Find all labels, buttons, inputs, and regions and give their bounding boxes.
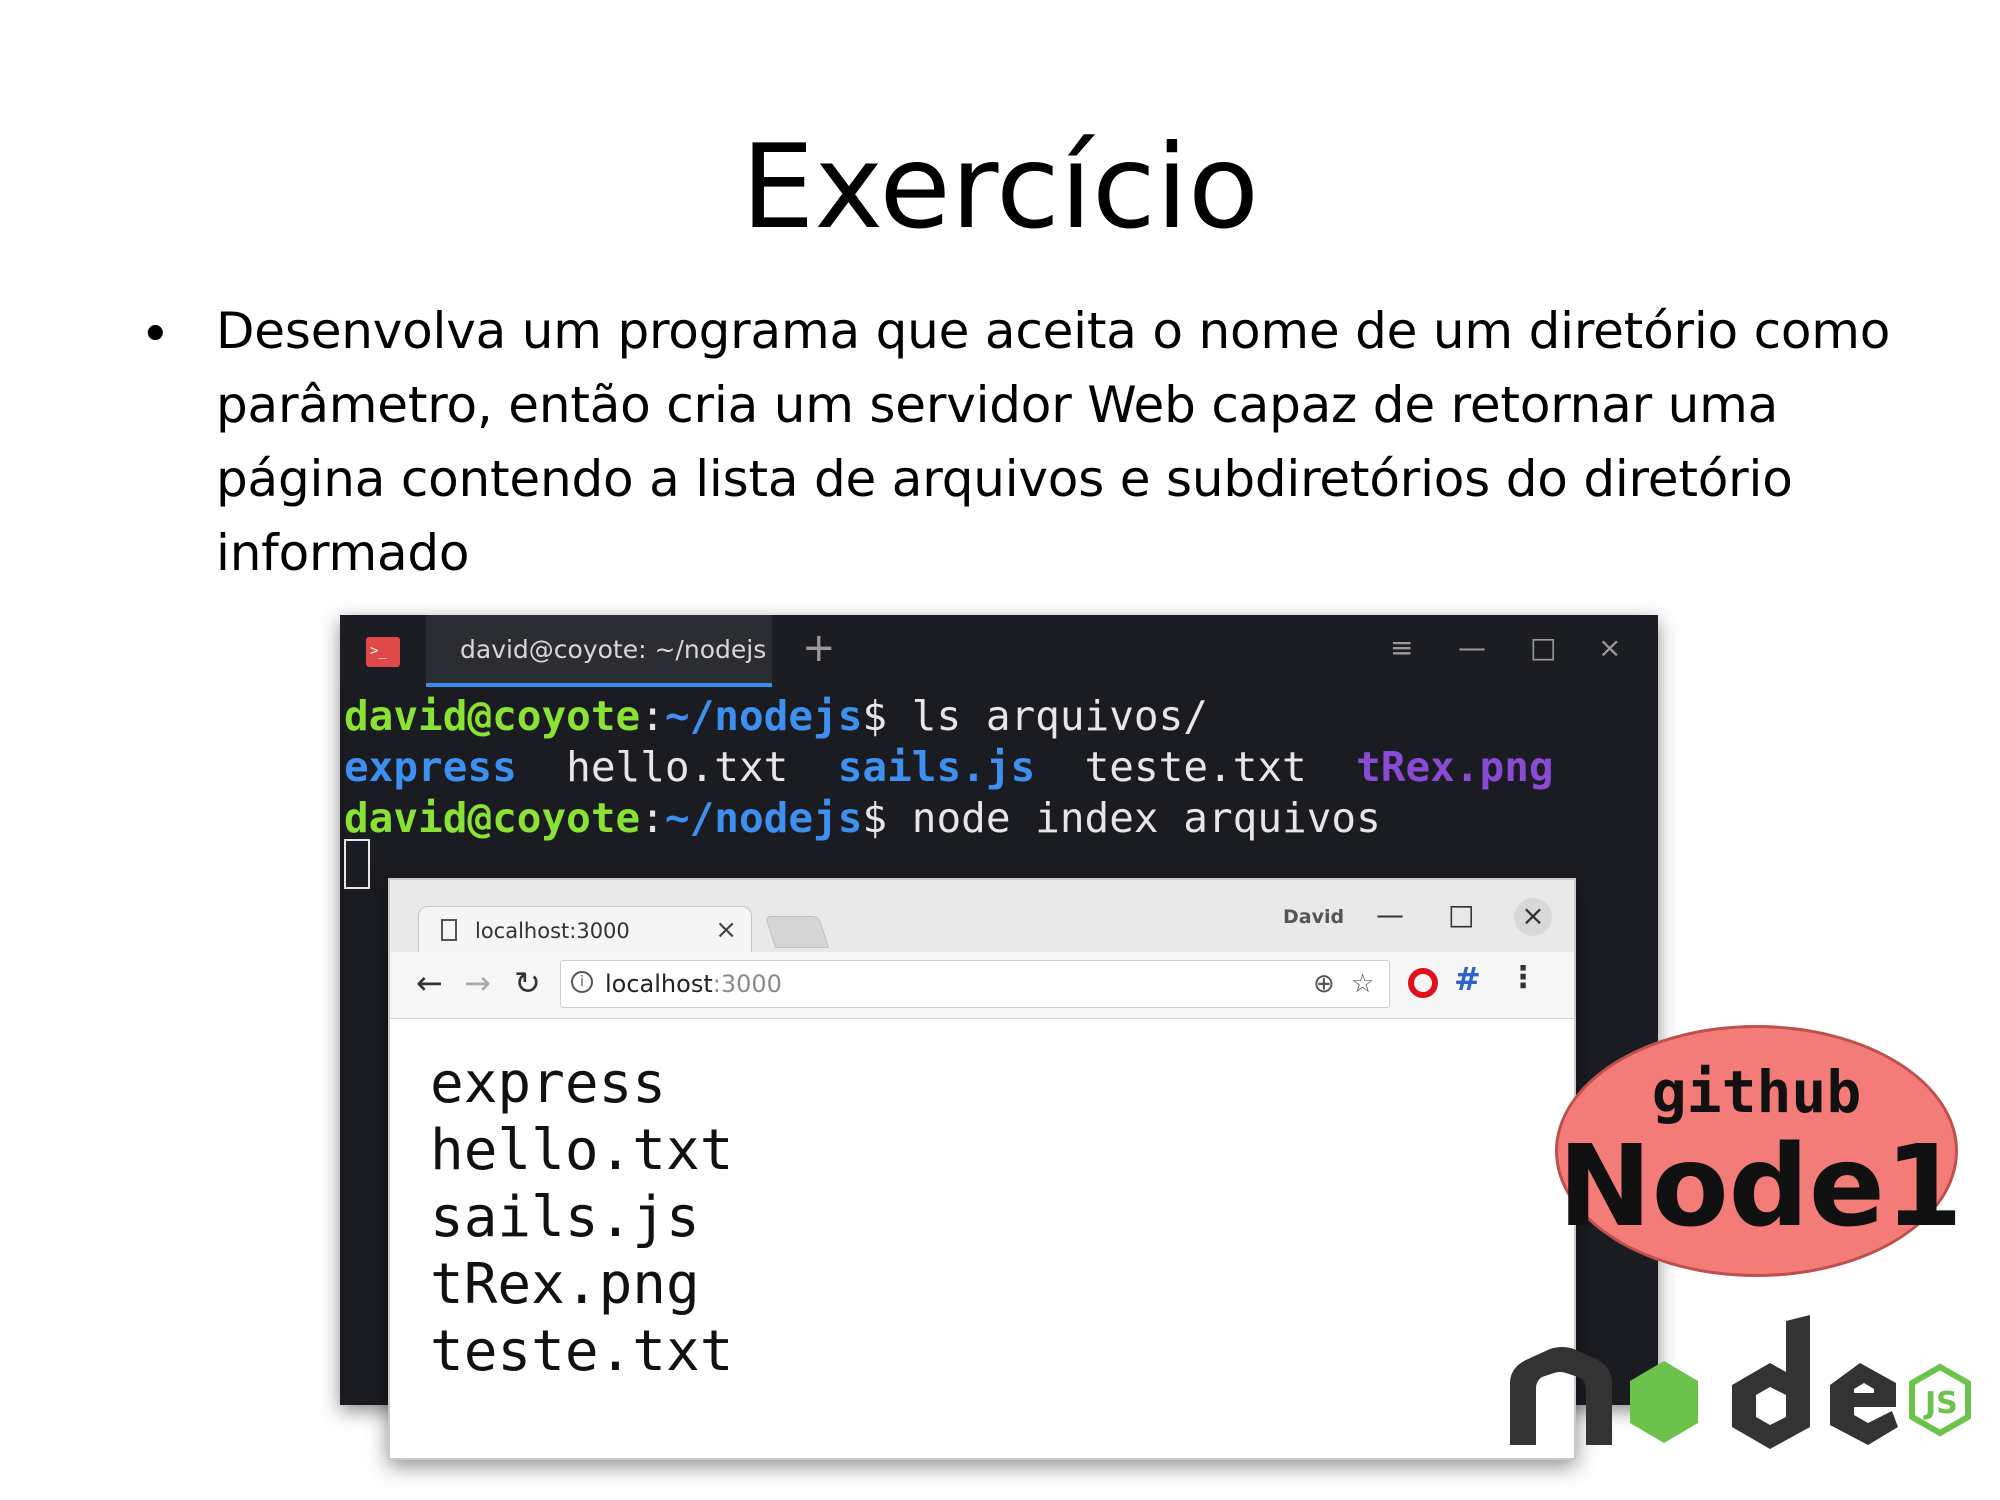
command-text: ls arquivos/ [887,692,1208,740]
logo-letter-n [1510,1347,1612,1445]
new-tab-icon[interactable]: + [802,625,836,671]
page-line: teste.txt [430,1319,734,1384]
terminal-app-icon: >_ [366,637,400,667]
terminal-line: express hello.txt sails.js teste.txt tRe… [344,742,1554,793]
reload-icon[interactable]: ↻ [514,964,541,1002]
badge-main: Node1 [1558,1122,1963,1252]
browser-tab-title: localhost:3000 [475,919,630,943]
menu-icon[interactable]: ⋮ [1508,960,1538,995]
page-line: hello.txt [430,1118,734,1183]
page-line: express [430,1051,667,1116]
star-icon[interactable]: ☆ [1351,969,1374,999]
bullet-line: informado [216,524,470,582]
logo-js-text: JS [1923,1386,1958,1421]
grid-extension-icon[interactable]: # [1454,960,1481,998]
tab-close-icon[interactable]: × [715,915,737,945]
listing-dir: express [344,743,517,791]
prompt-path: ~/nodejs [664,692,863,740]
terminal-tab-title: david@coyote: ~/nodejs [460,635,767,664]
listing-script: sails.js [837,743,1036,791]
url-host: localhost [605,970,713,998]
prompt-symbol: $ [862,794,888,842]
close-icon[interactable]: × [1514,898,1552,936]
maximize-icon[interactable]: □ [1448,898,1474,931]
page-line: tRex.png [430,1252,700,1317]
slide-title: Exercício [741,120,1259,255]
back-icon[interactable]: ← [416,964,443,1002]
url-text: localhost:3000 [605,970,782,998]
profile-name[interactable]: David [1283,906,1344,928]
url-port: :3000 [712,970,782,998]
terminal-output: david@coyote:~/nodejs$ ls arquivos/expre… [344,691,1554,844]
page-line: sails.js [430,1185,700,1250]
page-content: express hello.txt sails.js tRex.png test… [430,1050,733,1385]
browser-titlebar: localhost:3000 × David — □ × [390,880,1574,955]
prompt-sep: : [640,692,665,740]
close-icon[interactable]: × [1598,631,1621,664]
minimize-icon[interactable]: — [1376,898,1404,931]
logo-letter-e [1830,1363,1898,1445]
listing-image: tRex.png [1356,743,1554,791]
browser-window: localhost:3000 × David — □ × ← → ↻ i loc… [388,878,1576,1460]
bullet-line: página contendo a lista de arquivos e su… [216,450,1793,508]
listing-file: hello.txt [566,743,789,791]
terminal-line: david@coyote:~/nodejs$ ls arquivos/ [344,691,1554,742]
terminal-cursor [344,839,370,889]
bullet-line: parâmetro, então cria um servidor Web ca… [216,376,1779,434]
terminal-line: david@coyote:~/nodejs$ node index arquiv… [344,793,1554,844]
github-badge: github Node1 [1555,1025,1963,1277]
prompt-sep: : [640,794,665,842]
badge-top: github [1651,1058,1862,1126]
logo-hexagon-o [1630,1361,1698,1443]
info-icon[interactable]: i [571,971,593,993]
bullet-marker: • [140,305,171,365]
zoom-icon[interactable]: ⊕ [1313,969,1335,999]
terminal-titlebar: >_ david@coyote: ~/nodejs + ≡ — □ × [340,615,1658,687]
browser-tab[interactable]: localhost:3000 × [418,906,752,955]
logo-letter-d [1732,1315,1810,1449]
bullet-text: Desenvolva um programa que aceita o nome… [216,294,1906,590]
command-text: node index arquivos [887,794,1381,842]
page-icon [441,919,457,941]
nodejs-logo: JS [1510,1315,1971,1449]
minimize-icon[interactable]: — [1458,631,1486,664]
bullet-line: Desenvolva um programa que aceita o nome… [216,302,1891,360]
address-bar[interactable]: i localhost:3000 ⊕ ☆ [560,960,1390,1008]
forward-icon[interactable]: → [464,964,491,1002]
prompt-user: david@coyote [344,794,641,842]
prompt-user: david@coyote [344,692,641,740]
maximize-icon[interactable]: □ [1530,631,1556,664]
opera-extension-icon[interactable] [1408,968,1438,998]
browser-toolbar: ← → ↻ i localhost:3000 ⊕ ☆ # ⋮ [390,952,1574,1019]
hamburger-menu-icon[interactable]: ≡ [1390,631,1413,664]
listing-file: teste.txt [1084,743,1307,791]
prompt-path: ~/nodejs [664,794,863,842]
terminal-tab[interactable]: david@coyote: ~/nodejs [426,615,772,687]
new-tab-button[interactable] [764,916,830,948]
prompt-symbol: $ [862,692,888,740]
